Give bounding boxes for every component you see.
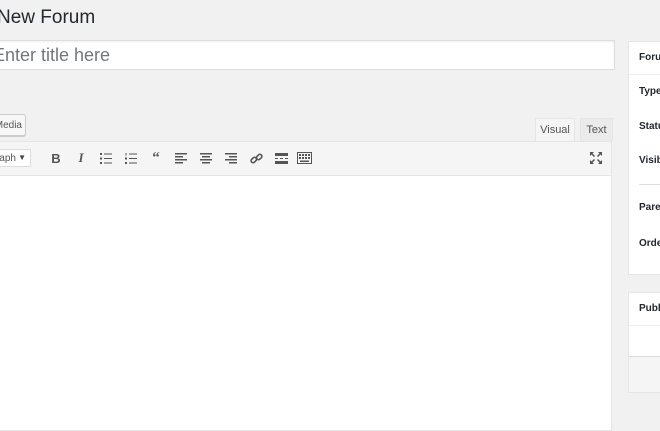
align-right-icon[interactable] xyxy=(223,150,239,166)
attributes-divider xyxy=(639,184,660,185)
tab-text-label: Text xyxy=(586,124,607,136)
italic-icon[interactable]: I xyxy=(73,150,89,166)
box-divider xyxy=(629,325,660,326)
visibility-label: Visibility: xyxy=(639,155,660,166)
page-title: New Forum xyxy=(0,7,96,28)
align-center-icon[interactable] xyxy=(198,150,214,166)
link-icon[interactable] xyxy=(248,150,264,166)
bold-icon[interactable]: B xyxy=(48,150,64,166)
publish-actions xyxy=(629,356,660,392)
editor-body[interactable] xyxy=(0,176,611,430)
publish-box: Publish xyxy=(628,292,660,393)
tab-text[interactable]: Text xyxy=(580,118,613,141)
align-left-icon[interactable] xyxy=(173,150,189,166)
tab-visual[interactable]: Visual xyxy=(535,118,575,141)
order-label: Order: xyxy=(639,238,660,249)
title-input[interactable] xyxy=(0,40,615,70)
blockquote-icon[interactable]: “ xyxy=(148,150,164,166)
fullscreen-icon[interactable] xyxy=(588,150,604,166)
publish-heading: Publish xyxy=(639,303,660,314)
format-select[interactable]: Paragraph ▼ xyxy=(0,149,31,167)
parent-label: Parent: xyxy=(639,202,660,213)
box-divider xyxy=(629,74,660,75)
chevron-down-icon: ▼ xyxy=(18,153,26,162)
content-editor[interactable]: Paragraph ▼ B I “ xyxy=(0,141,612,431)
forum-attributes-heading: Forum Attributes xyxy=(639,52,660,63)
type-label: Type: xyxy=(639,86,660,97)
status-label: Status: xyxy=(639,121,660,132)
numbered-list-icon[interactable] xyxy=(123,150,139,166)
tab-visual-label: Visual xyxy=(540,124,570,136)
add-media-label: Add Media xyxy=(0,119,22,131)
add-media-button[interactable]: Add Media xyxy=(0,114,26,136)
forum-attributes-box: Forum Attributes Type: Status: Visibilit… xyxy=(628,41,660,275)
read-more-icon[interactable] xyxy=(273,150,289,166)
format-select-value: Paragraph xyxy=(0,152,16,164)
bulleted-list-icon[interactable] xyxy=(98,150,114,166)
toolbar-toggle-icon[interactable] xyxy=(296,150,312,166)
editor-toolbar: Paragraph ▼ B I “ xyxy=(0,142,611,176)
